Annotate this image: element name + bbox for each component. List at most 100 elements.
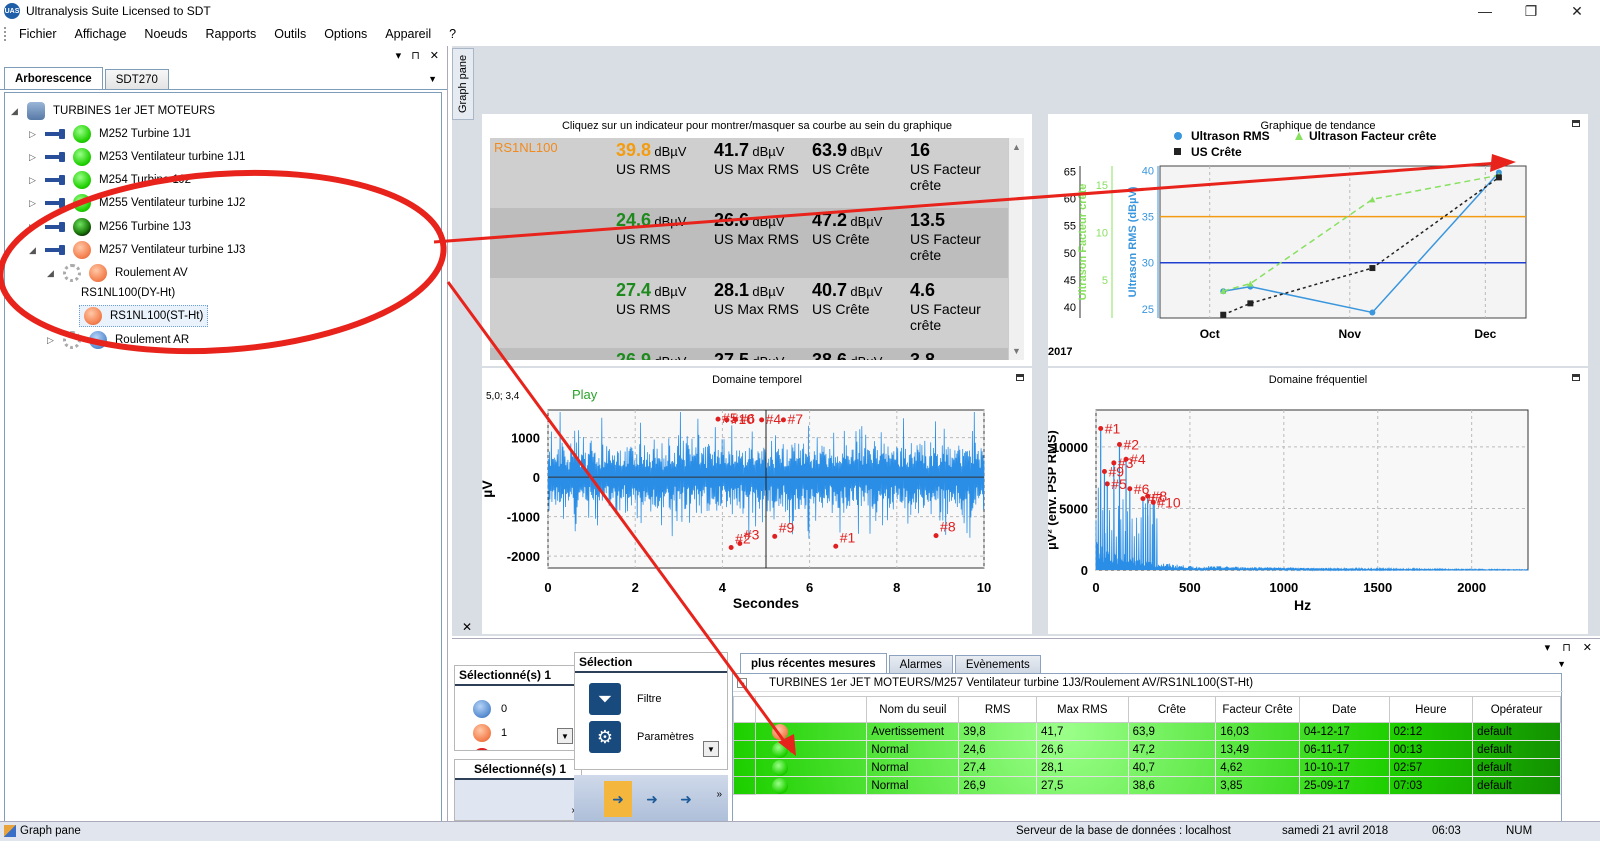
column-header[interactable]: Crête: [1127, 696, 1217, 723]
column-header[interactable]: Facteur Crête: [1215, 696, 1300, 723]
indicator-us-rms[interactable]: 39.8 dBµV US RMS: [616, 140, 686, 177]
graph-area-close-icon[interactable]: ✕: [462, 620, 472, 634]
panel-pin-icon[interactable]: ⊓: [411, 49, 420, 62]
expand-icon[interactable]: ▷: [29, 198, 39, 209]
tree-measurement-st[interactable]: RS1NL100(ST-Ht): [79, 305, 209, 327]
tab-recent-measures[interactable]: plus récentes mesures: [740, 653, 887, 673]
status-graph-pane[interactable]: Graph pane: [20, 825, 81, 837]
toolstrip-more-icon[interactable]: »: [716, 789, 722, 800]
indicator-us-rms[interactable]: 26.9 dBµV: [616, 350, 686, 360]
column-header[interactable]: RMS: [958, 696, 1037, 723]
bottom-close-icon[interactable]: ✕: [1583, 641, 1592, 654]
tree-machine-m254[interactable]: ▷ M254 Turbine 1J2: [29, 170, 191, 190]
indicator-us-facteur[interactable]: 4.6 US Facteur crête: [910, 280, 1002, 333]
column-header[interactable]: Date: [1298, 696, 1390, 723]
menu-outils[interactable]: Outils: [265, 27, 315, 41]
menu-fichier[interactable]: Fichier: [10, 27, 66, 41]
indicator-row[interactable]: 24.6 dBµV US RMS 26.6 dBµV US Max RMS 47.2…: [490, 208, 1018, 278]
collapse-icon[interactable]: ◢: [29, 245, 39, 256]
bottom-dropdown-icon[interactable]: ▾: [1545, 641, 1551, 654]
tab-sdt270[interactable]: SDT270: [104, 69, 169, 89]
tree-point-roulement-av[interactable]: ◢ Roulement AV: [47, 263, 188, 283]
maximize-button[interactable]: ❐: [1508, 0, 1554, 22]
temporal-chart[interactable]: 5,0; 3,4 Play 0 2 4 6 8 10 1000 0 -1000 -2000 Seco…: [482, 368, 1032, 634]
indicator-us-facteur[interactable]: 3.8: [910, 350, 935, 360]
collapse-icon[interactable]: ◢: [47, 268, 57, 279]
scroll-up-icon[interactable]: ▲: [1012, 142, 1021, 152]
tree-machine-m257[interactable]: ◢ M257 Ventilateur turbine 1J3: [29, 240, 245, 260]
grid-path-row[interactable]: − TURBINES 1er JET MOTEURS/M257 Ventilat…: [733, 674, 1563, 692]
expand-icon[interactable]: ▷: [29, 129, 39, 140]
trend-chart[interactable]: Ultrason RMS Ultrason Facteur crête US C…: [1048, 114, 1588, 366]
indicator-row[interactable]: 27.4 dBµV US RMS 28.1 dBµV US Max RMS 40.7…: [490, 278, 1018, 348]
tree-machine-m255[interactable]: ▷ M255 Ventilateur turbine 1J2: [29, 193, 245, 213]
bottom-pin-icon[interactable]: ⊓: [1562, 641, 1571, 654]
menu-help[interactable]: ?: [440, 27, 465, 41]
toolstrip-action-icon[interactable]: ➜: [672, 781, 700, 817]
table-row[interactable]: Normal 26,9 27,5 38,6 3,85 25-09-17 07:0…: [733, 776, 1561, 795]
tree-machine-m256[interactable]: ▷ M256 Turbine 1J3: [29, 217, 191, 237]
table-row[interactable]: Normal 27,4 28,1 40,7 4,62 10-10-17 02:5…: [733, 758, 1561, 777]
menu-options[interactable]: Options: [315, 27, 376, 41]
tab-arborescence[interactable]: Arborescence: [4, 67, 103, 89]
indicator-us-crete[interactable]: 63.9 dBµV US Crête: [812, 140, 882, 177]
row-header-cell[interactable]: [733, 758, 756, 777]
minimize-button[interactable]: —: [1462, 0, 1508, 22]
indicator-us-rms[interactable]: 27.4 dBµV US RMS: [616, 280, 686, 317]
indicator-us-max-rms[interactable]: 27.5 dBµV: [714, 350, 784, 360]
tree-machine-m253[interactable]: ▷ M253 Ventilateur turbine 1J1: [29, 147, 245, 167]
indicator-us-max-rms[interactable]: 28.1 dBµV US Max RMS: [714, 280, 799, 317]
expand-icon[interactable]: ▷: [29, 152, 39, 163]
menu-rapports[interactable]: Rapports: [197, 27, 266, 41]
indicator-us-facteur[interactable]: 13.5 US Facteur crête: [910, 210, 1002, 263]
column-header[interactable]: Nom du seuil: [866, 696, 960, 723]
collapse-icon[interactable]: ◢: [11, 106, 21, 117]
tree-measurement-dy[interactable]: RS1NL100(DY-Ht): [81, 283, 175, 303]
column-header[interactable]: Opérateur: [1472, 696, 1561, 723]
frequency-chart[interactable]: 0 500 1000 1500 20001000050000HzµV² (env. PS…: [1048, 368, 1588, 634]
panel-dropdown-icon[interactable]: ▾: [396, 49, 402, 62]
toolstrip-action-icon[interactable]: ➜: [638, 781, 666, 817]
filter-button[interactable]: ⏷ Filtre: [589, 683, 661, 715]
parameters-button[interactable]: ⚙ Paramètres: [589, 721, 694, 753]
column-header[interactable]: Heure: [1388, 696, 1474, 723]
close-button[interactable]: ✕: [1554, 0, 1600, 22]
column-header[interactable]: Max RMS: [1035, 696, 1129, 723]
tabs-menu-icon[interactable]: ▼: [1557, 659, 1566, 669]
toolstrip-action-icon[interactable]: ➜: [604, 781, 632, 817]
table-row[interactable]: Normal 24,6 26,6 47,2 13,49 06-11-17 00:…: [733, 740, 1561, 759]
menu-noeuds[interactable]: Noeuds: [135, 27, 196, 41]
indicator-us-crete[interactable]: 47.2 dBµV US Crête: [812, 210, 882, 247]
indicator-us-max-rms[interactable]: 26.6 dBµV US Max RMS: [714, 210, 799, 247]
tree-machine-m252[interactable]: ▷ M252 Turbine 1J1: [29, 124, 191, 144]
indicator-us-max-rms[interactable]: 41.7 dBµV US Max RMS: [714, 140, 799, 177]
menu-affichage[interactable]: Affichage: [66, 27, 136, 41]
expand-icon[interactable]: ▷: [29, 175, 39, 186]
graph-pane-tab[interactable]: Graph pane: [452, 48, 474, 120]
menu-appareil[interactable]: Appareil: [376, 27, 440, 41]
indicator-row[interactable]: 26.9 dBµV 27.5 dBµV 38.6 dBµV 3.8: [490, 348, 1018, 360]
row-header-cell[interactable]: [733, 722, 756, 741]
tree-root[interactable]: ◢ TURBINES 1er JET MOTEURS: [11, 101, 215, 121]
indicator-row[interactable]: RS1NL100 39.8 dBµV US RMS 41.7 dBµV US Max…: [490, 138, 1018, 208]
panel-close-icon[interactable]: ✕: [430, 49, 439, 62]
tree-point-roulement-ar[interactable]: ▷ Roulement AR: [47, 330, 189, 350]
play-button[interactable]: Play: [572, 387, 598, 402]
table-row[interactable]: Avertissement 39,8 41,7 63,9 16,03 04-12…: [733, 722, 1561, 741]
tab-alarmes[interactable]: Alarmes: [888, 655, 953, 673]
indicator-scrollbar[interactable]: ▲ ▼: [1008, 138, 1024, 360]
tab-menu-icon[interactable]: ▼: [428, 74, 437, 84]
scroll-down-icon[interactable]: ▼: [1012, 346, 1021, 356]
collapse-group-icon[interactable]: −: [737, 677, 747, 688]
indicator-us-rms[interactable]: 24.6 dBµV US RMS: [616, 210, 686, 247]
selection-dropdown-icon[interactable]: ▼: [703, 741, 719, 757]
indicator-us-facteur[interactable]: 16 US Facteur crête: [910, 140, 1002, 193]
expand-icon[interactable]: ▷: [29, 222, 39, 233]
expand-icon[interactable]: ▷: [47, 335, 57, 346]
indicator-us-crete[interactable]: 38.6 dBµV: [812, 350, 882, 360]
indicator-us-crete[interactable]: 40.7 dBµV US Crête: [812, 280, 882, 317]
legend-dropdown-icon[interactable]: ▼: [557, 728, 573, 744]
tab-evenements[interactable]: Evènements: [954, 655, 1041, 673]
row-header-cell[interactable]: [733, 776, 756, 795]
row-header-cell[interactable]: [733, 740, 756, 759]
